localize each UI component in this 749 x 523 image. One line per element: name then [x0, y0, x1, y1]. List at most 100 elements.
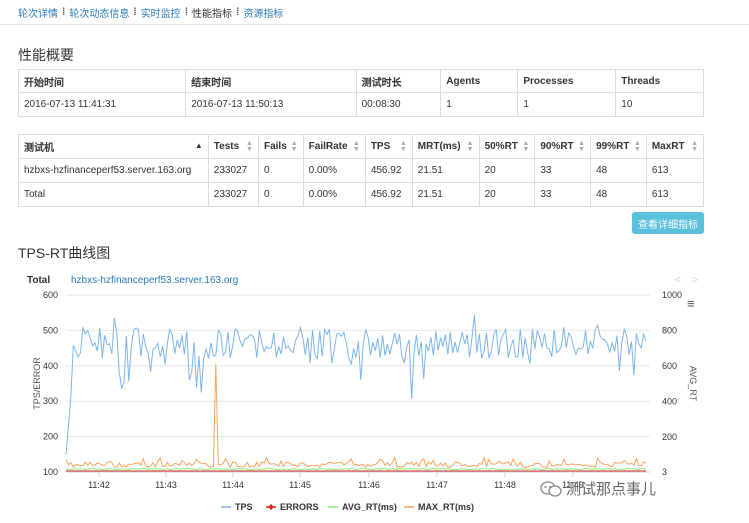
sort-both-icon[interactable]: ▲ ▼ [291, 140, 298, 153]
header-label: MRT(ms) [417, 141, 461, 152]
y2-tick-label: 600 [662, 361, 677, 371]
table-row: hzbxs-hzfinanceperf53.server.163.org 2330… [18, 158, 705, 183]
header-label: MaxRT [651, 141, 685, 152]
nav-link-0[interactable]: 轮次详情 [18, 5, 58, 20]
sort-both-icon[interactable]: ▲ ▼ [578, 140, 585, 153]
overview-header: Agents [440, 69, 519, 93]
sortable-header[interactable]: 50%RT ▲ ▼ [478, 134, 536, 159]
stats-cell: 233027 [207, 182, 259, 207]
menu-icon[interactable]: ≡ [687, 296, 695, 311]
header-label: 测试机 [24, 143, 54, 154]
y2-tick-label: 400 [662, 397, 677, 407]
y-tick-label: 100 [43, 467, 58, 477]
sort-both-icon[interactable]: ▲ ▼ [691, 140, 698, 153]
nav-link-3[interactable]: 性能指标 [192, 5, 232, 20]
next-arrow-icon[interactable]: > [692, 275, 698, 286]
y-tick-label: 200 [43, 432, 58, 442]
overview-header: Threads [615, 69, 704, 93]
header-label: TPS [370, 141, 391, 152]
nav-separator: ⁞ [184, 6, 189, 18]
x-tick-label: 11:48 [494, 480, 516, 490]
header-label: Fails [263, 141, 287, 152]
nav-link-4[interactable]: 资源指标 [243, 5, 283, 20]
sort-asc-icon[interactable]: ▲ [195, 142, 203, 150]
header-label: 90%RT [540, 141, 574, 152]
watermark-text: 测试那点事儿 [566, 481, 657, 498]
stats-cell: 0 [257, 182, 304, 207]
sortable-header[interactable]: FailRate ▲ ▼ [302, 134, 366, 159]
x-tick-label: 11:46 [358, 480, 380, 490]
watermark: 测试那点事儿 [540, 478, 656, 499]
stats-cell: 0 [257, 158, 304, 183]
sortable-header[interactable]: Fails ▲ ▼ [257, 134, 304, 159]
header-label: 50%RT [484, 141, 518, 152]
overview-header: 结束时间 [185, 69, 357, 93]
sortable-header[interactable]: 测试机 ▲ [18, 134, 209, 159]
stats-cell: 456.92 [364, 158, 413, 183]
chart-tab-total[interactable]: Total [27, 275, 50, 286]
overview-title: 性能概要 [18, 47, 74, 63]
series-max-rt-line [65, 363, 647, 469]
stats-cell: 613 [645, 182, 705, 207]
x-tick-label: 11:47 [426, 480, 448, 490]
sortable-header[interactable]: 90%RT ▲ ▼ [534, 134, 592, 159]
stats-cell: 233027 [207, 158, 259, 183]
stats-cell: 0.00% [302, 158, 366, 183]
stats-table: 测试机 ▲ Tests ▲ ▼ Fails ▲ ▼ FailRate ▲ ▼ TPS ▲ ▼ MRT(ms)… [18, 134, 705, 207]
sortable-header[interactable]: MRT(ms) ▲ ▼ [411, 134, 480, 159]
header-label: 99%RT [596, 141, 630, 152]
stats-cell: 48 [590, 158, 647, 183]
x-tick-label: 11:43 [155, 480, 177, 490]
sort-both-icon[interactable]: ▲ ▼ [634, 140, 641, 153]
sortable-header[interactable]: TPS ▲ ▼ [364, 134, 413, 159]
prev-arrow-icon[interactable]: < [675, 275, 681, 286]
stats-cell: 21.51 [411, 182, 480, 207]
stats-cell: hzbxs-hzfinanceperf53.server.163.org [18, 158, 209, 183]
nav-link-1[interactable]: 轮次动态信息 [69, 5, 129, 20]
sort-both-icon[interactable]: ▲ ▼ [467, 140, 474, 153]
stats-cell: 456.92 [364, 182, 413, 207]
sort-both-icon[interactable]: ▲ ▼ [400, 140, 407, 153]
legend-item[interactable]: TPS [235, 502, 253, 512]
legend-marker-icon [268, 504, 274, 510]
legend-item[interactable]: MAX_RT(ms) [418, 502, 474, 512]
stats-cell: 33 [534, 182, 592, 207]
chat-bubble-icon [540, 480, 562, 497]
x-tick-label: 11:45 [289, 480, 311, 490]
view-details-button[interactable]: 查看详细指标 [632, 212, 704, 234]
y2-tick-label: 3 [662, 467, 667, 477]
overview-header: 开始时间 [17, 69, 187, 93]
stats-cell: 0.00% [302, 182, 366, 207]
sortable-header[interactable]: Tests ▲ ▼ [207, 134, 259, 159]
overview-cell: 1 [517, 92, 617, 117]
chart-tab-server[interactable]: hzbxs-hzfinanceperf53.server.163.org [71, 275, 238, 286]
y2-tick-label: 800 [662, 326, 677, 336]
overview-header: 测试时长 [355, 69, 442, 93]
overview-cell: 1 [440, 92, 519, 117]
y-tick-label: 600 [43, 290, 58, 300]
y-axis-title: TPS/ERROR [32, 357, 42, 410]
overview-header: Processes [517, 69, 617, 93]
overview-cell: 2016-07-13 11:41:31 [17, 92, 187, 117]
sortable-header[interactable]: MaxRT ▲ ▼ [645, 134, 705, 159]
sort-both-icon[interactable]: ▲ ▼ [522, 140, 529, 153]
header-label: Tests [213, 141, 240, 152]
stats-cell: 21.51 [411, 158, 480, 183]
x-tick-label: 11:44 [222, 480, 244, 490]
chart-section-title: TPS-RT曲线图 [18, 245, 111, 261]
y-tick-label: 400 [43, 361, 58, 371]
table-row: Total 233027 0 0.00% 456.92 21.51 20 33 48 613 [18, 182, 705, 207]
stats-cell: Total [18, 182, 209, 207]
sort-both-icon[interactable]: ▲ ▼ [353, 140, 360, 153]
stats-cell: 48 [590, 182, 647, 207]
nav-separator: ⁞ [236, 6, 240, 18]
nav-link-2[interactable]: 实时监控 [141, 5, 181, 20]
sort-both-icon[interactable]: ▲ ▼ [246, 140, 253, 153]
overview-cell: 00:08:30 [355, 92, 442, 117]
sortable-header[interactable]: 99%RT ▲ ▼ [590, 134, 647, 159]
legend-item[interactable]: ERRORS [280, 502, 319, 512]
y2-axis-title: AVG_RT [688, 366, 698, 402]
y2-tick-label: 1000 [662, 290, 682, 300]
legend-item[interactable]: AVG_RT(ms) [342, 502, 397, 512]
overview-cell: 10 [615, 92, 704, 117]
